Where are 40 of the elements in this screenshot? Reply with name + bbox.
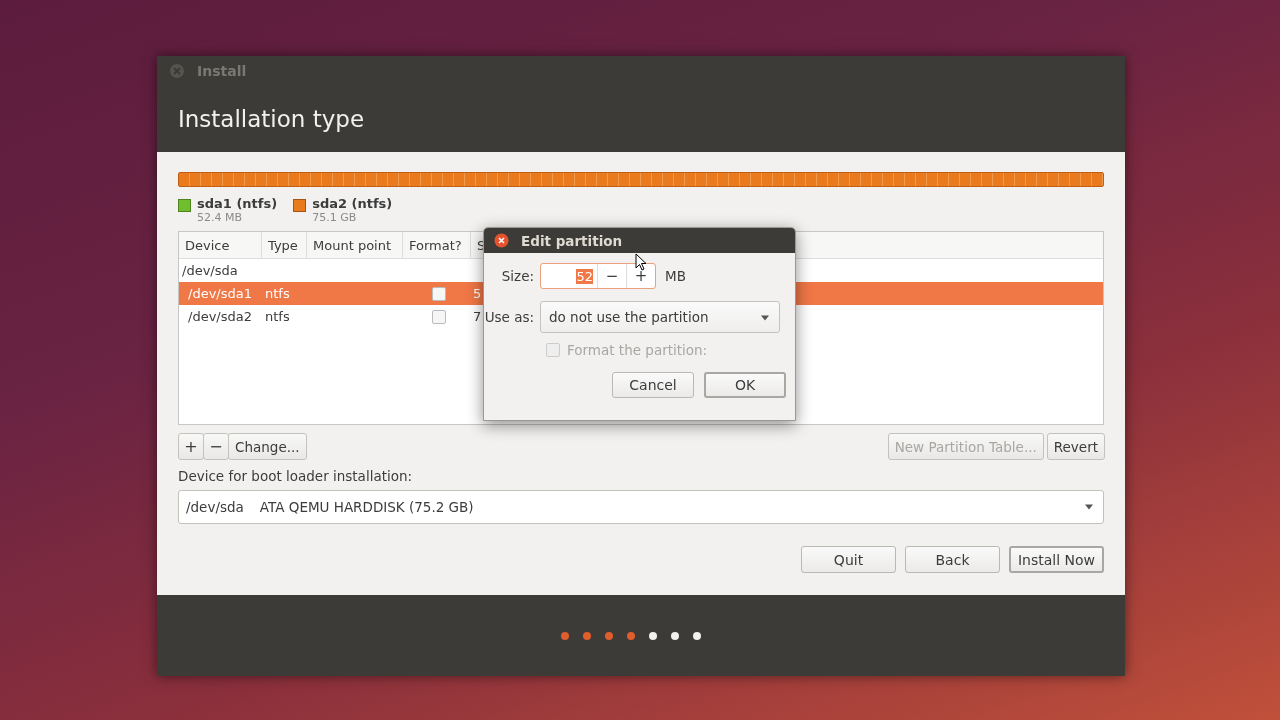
use-as-dropdown[interactable]: do not use the partition (540, 301, 780, 333)
partition-size: 75.1 GB (312, 211, 358, 224)
table-cell: 5 (473, 286, 482, 301)
partition-name: sda2 (ntfs) (312, 196, 393, 211)
action-button[interactable]: Back (905, 546, 1000, 573)
close-icon[interactable] (494, 233, 509, 248)
column-header[interactable]: Type (262, 232, 307, 258)
table-button[interactable]: − (203, 433, 229, 460)
column-header[interactable]: Device (179, 232, 262, 258)
action-button[interactable]: Install Now (1009, 546, 1104, 573)
caret-icon (760, 315, 770, 321)
table-cell: /dev/sda2 (188, 309, 252, 324)
table-cell: 7 (473, 309, 482, 324)
table-button[interactable]: + (178, 433, 204, 460)
caret-icon (1084, 504, 1094, 510)
cancel-button[interactable]: Cancel (612, 372, 694, 398)
column-header[interactable]: Mount point (307, 232, 403, 258)
size-spin-field[interactable]: 52 − + (540, 263, 656, 289)
use-as-label: Use as: (484, 309, 535, 325)
dialog-title: Edit partition (521, 232, 623, 249)
format-checkbox[interactable] (431, 286, 446, 301)
partition-size: 52.4 MB (197, 211, 244, 224)
mouse-cursor-icon (635, 253, 647, 271)
page-heading: Installation type (178, 105, 365, 132)
boot-loader-dropdown[interactable]: /dev/sda ATA QEMU HARDDISK (75.2 GB) (178, 490, 1104, 524)
partition-name: sda1 (ntfs) (197, 196, 278, 211)
table-cell: /dev/sda1 (188, 286, 252, 301)
action-button[interactable]: Quit (801, 546, 896, 573)
table-button[interactable]: Change... (228, 433, 307, 460)
table-cell: ntfs (265, 309, 290, 324)
table-button[interactable]: Revert (1046, 433, 1105, 460)
size-label: Size: (500, 268, 535, 284)
column-header[interactable]: Format? (403, 232, 471, 258)
format-checkbox[interactable] (431, 309, 446, 324)
boot-loader-label: Device for boot loader installation: (178, 468, 414, 484)
table-cell: ntfs (265, 286, 290, 301)
size-unit: MB (665, 268, 686, 284)
ok-button[interactable]: OK (704, 372, 786, 398)
table-cell: /dev/sda (182, 263, 238, 278)
window-title: Install (197, 62, 247, 79)
